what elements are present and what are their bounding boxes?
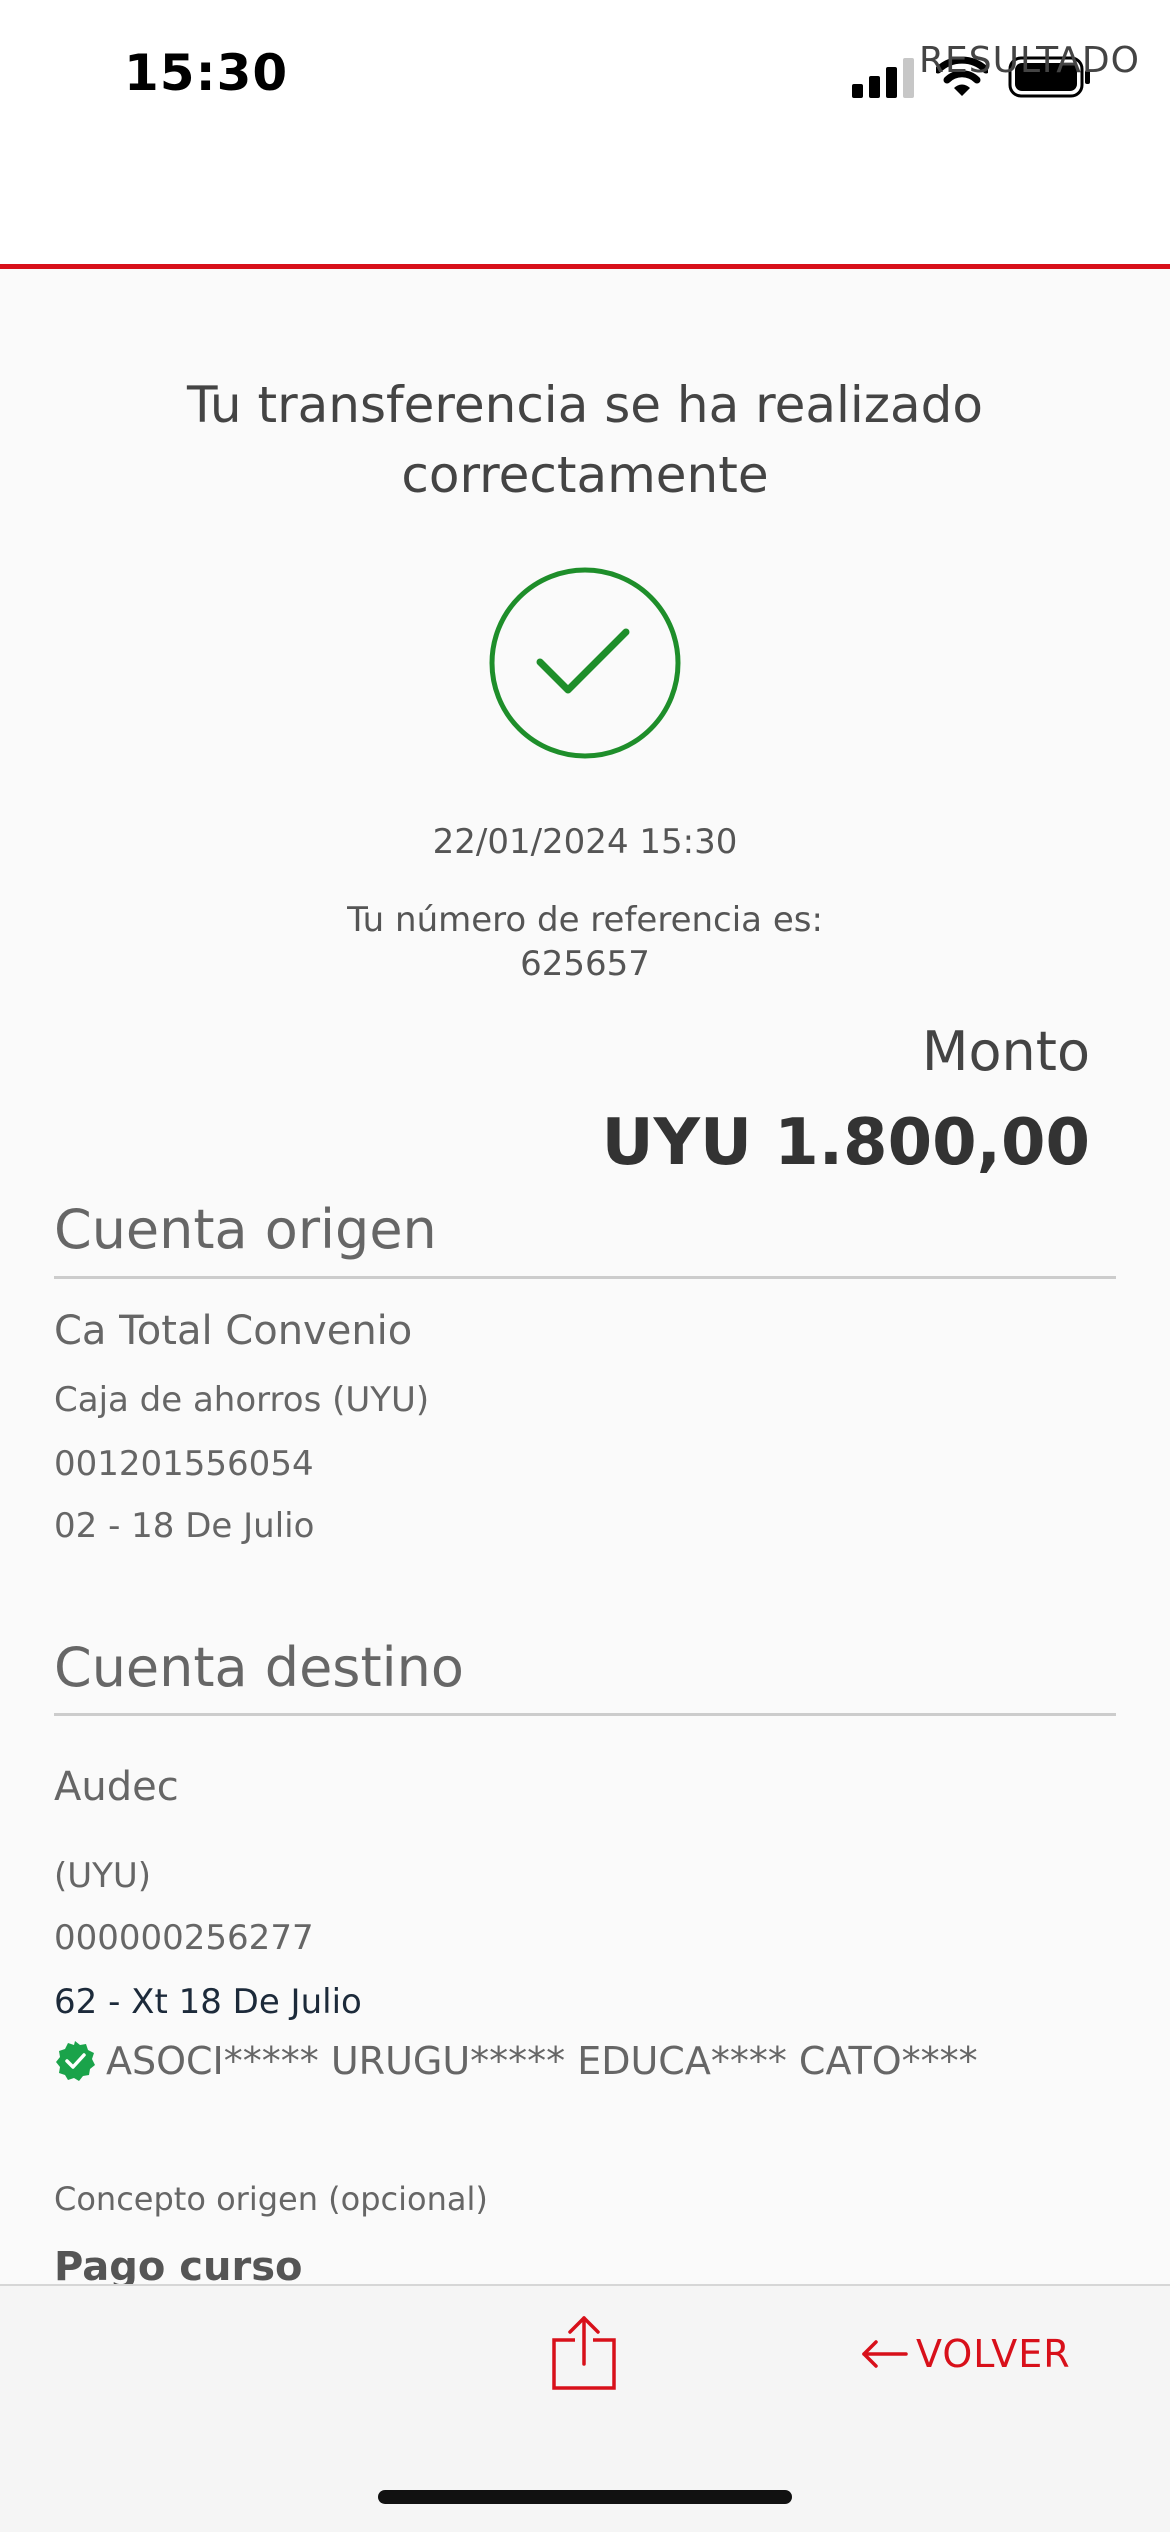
origin-account-branch: 02 - 18 De Julio — [54, 1506, 315, 1546]
amount-label: Monto — [921, 1020, 1090, 1083]
home-indicator[interactable] — [378, 2490, 792, 2504]
destination-account-divider — [54, 1713, 1116, 1716]
origin-account-name: Ca Total Convenio — [54, 1308, 413, 1354]
destination-account-number: 000000256277 — [54, 1918, 314, 1958]
cellular-signal-icon — [852, 58, 914, 98]
destination-account-currency: (UYU) — [54, 1856, 152, 1896]
origin-account-number: 001201556054 — [54, 1444, 314, 1484]
destination-account-name: Audec — [54, 1764, 179, 1810]
page-title: RESULTADO — [919, 40, 1140, 81]
share-icon[interactable] — [548, 2314, 620, 2392]
origin-account-type: Caja de ahorros (UYU) — [54, 1380, 430, 1420]
concept-label: Concepto origen (opcional) — [54, 2180, 488, 2218]
status-time: 15:30 — [124, 44, 289, 102]
reference-number: 625657 — [520, 944, 650, 984]
destination-account-title: Cuenta destino — [54, 1636, 464, 1699]
reference-label: Tu número de referencia es: — [347, 900, 823, 940]
destination-account-branch: 62 - Xt 18 De Julio — [54, 1982, 362, 2022]
transfer-datetime: 22/01/2024 15:30 — [432, 822, 738, 862]
success-message: Tu transferencia se ha realizado correct… — [186, 376, 984, 504]
back-button-label: VOLVER — [916, 2332, 1071, 2376]
destination-holder-name: ASOCI***** URUGU***** EDUCA**** CATO**** — [106, 2039, 978, 2083]
back-button[interactable]: VOLVER — [860, 2324, 1071, 2384]
arrow-left-icon — [862, 2340, 908, 2368]
origin-account-divider — [54, 1276, 1116, 1279]
header — [0, 150, 1170, 264]
checkmark-circle-icon — [489, 567, 681, 759]
amount-value: UYU 1.800,00 — [601, 1106, 1090, 1180]
origin-account-title: Cuenta origen — [54, 1198, 437, 1261]
verified-check-icon — [56, 2041, 95, 2081]
destination-account-holder: ASOCI***** URUGU***** EDUCA**** CATO**** — [54, 2036, 978, 2086]
